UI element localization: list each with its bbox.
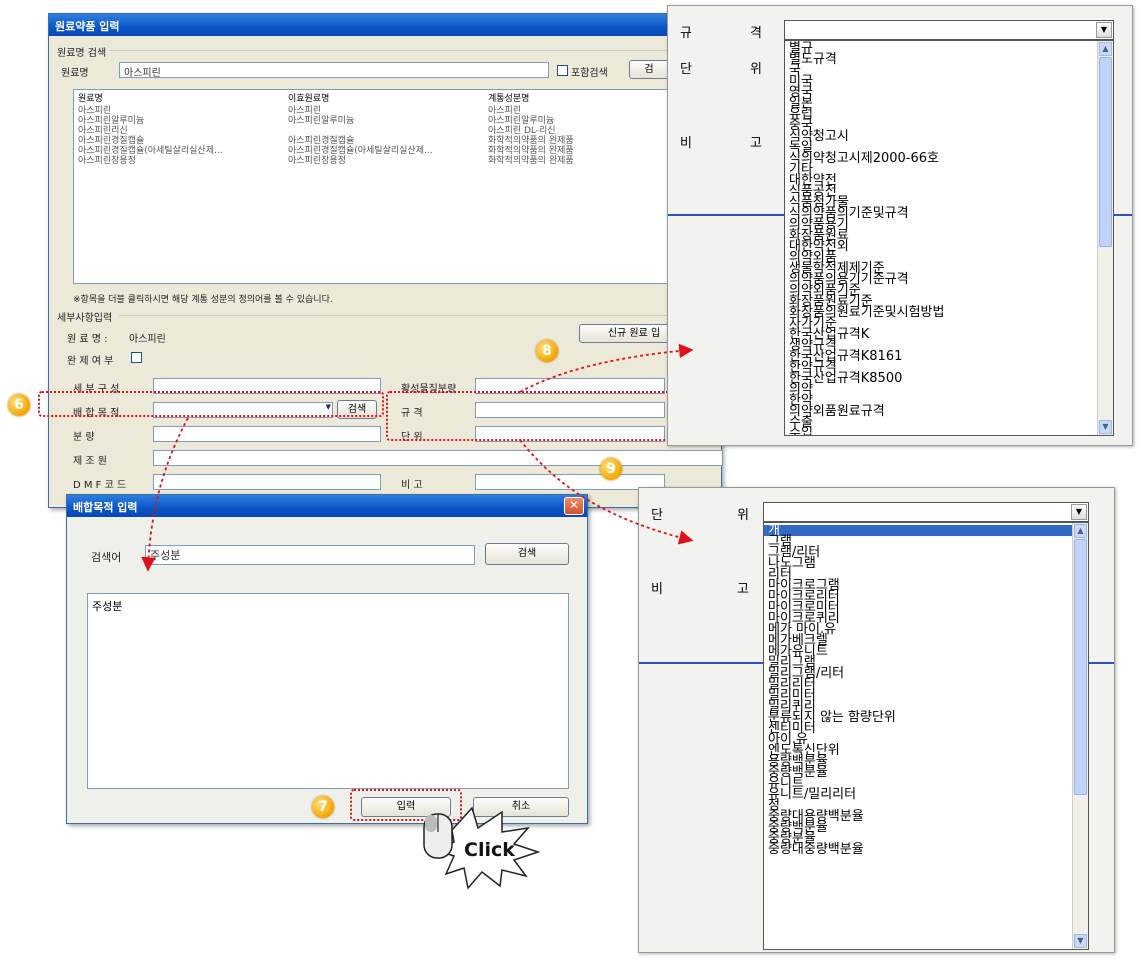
arrow-purpose-to-dialog	[141, 417, 189, 572]
arrow-spec-to-panel	[519, 343, 694, 393]
annotation-arrows	[141, 343, 694, 572]
arrow-unit-to-panel	[519, 439, 694, 545]
